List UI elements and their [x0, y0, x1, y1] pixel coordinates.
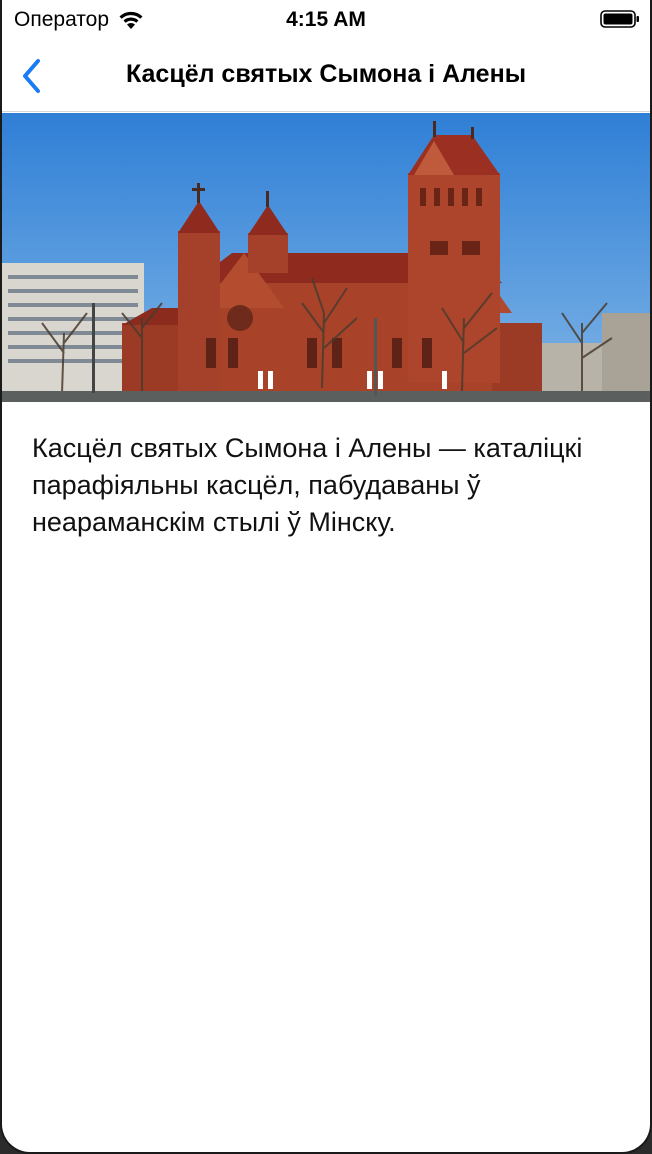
place-description: Касцёл святых Сымона і Алены — каталіцкі…	[32, 433, 583, 537]
page-title: Касцёл святых Сымона і Алены	[125, 60, 527, 88]
clock: 4:15 AM	[286, 8, 366, 31]
status-bar: Оператор 4:15 AM	[2, 0, 650, 40]
church-illustration	[2, 113, 650, 402]
navigation-bar: Касцёл святых Сымона і Алены	[2, 40, 650, 112]
app-screen: Оператор 4:15 AM Касцёл святых Сымона і …	[0, 0, 652, 1154]
back-button[interactable]	[12, 54, 52, 98]
church-photo	[2, 113, 650, 402]
chevron-left-icon	[23, 59, 40, 93]
battery-icon	[600, 10, 639, 28]
